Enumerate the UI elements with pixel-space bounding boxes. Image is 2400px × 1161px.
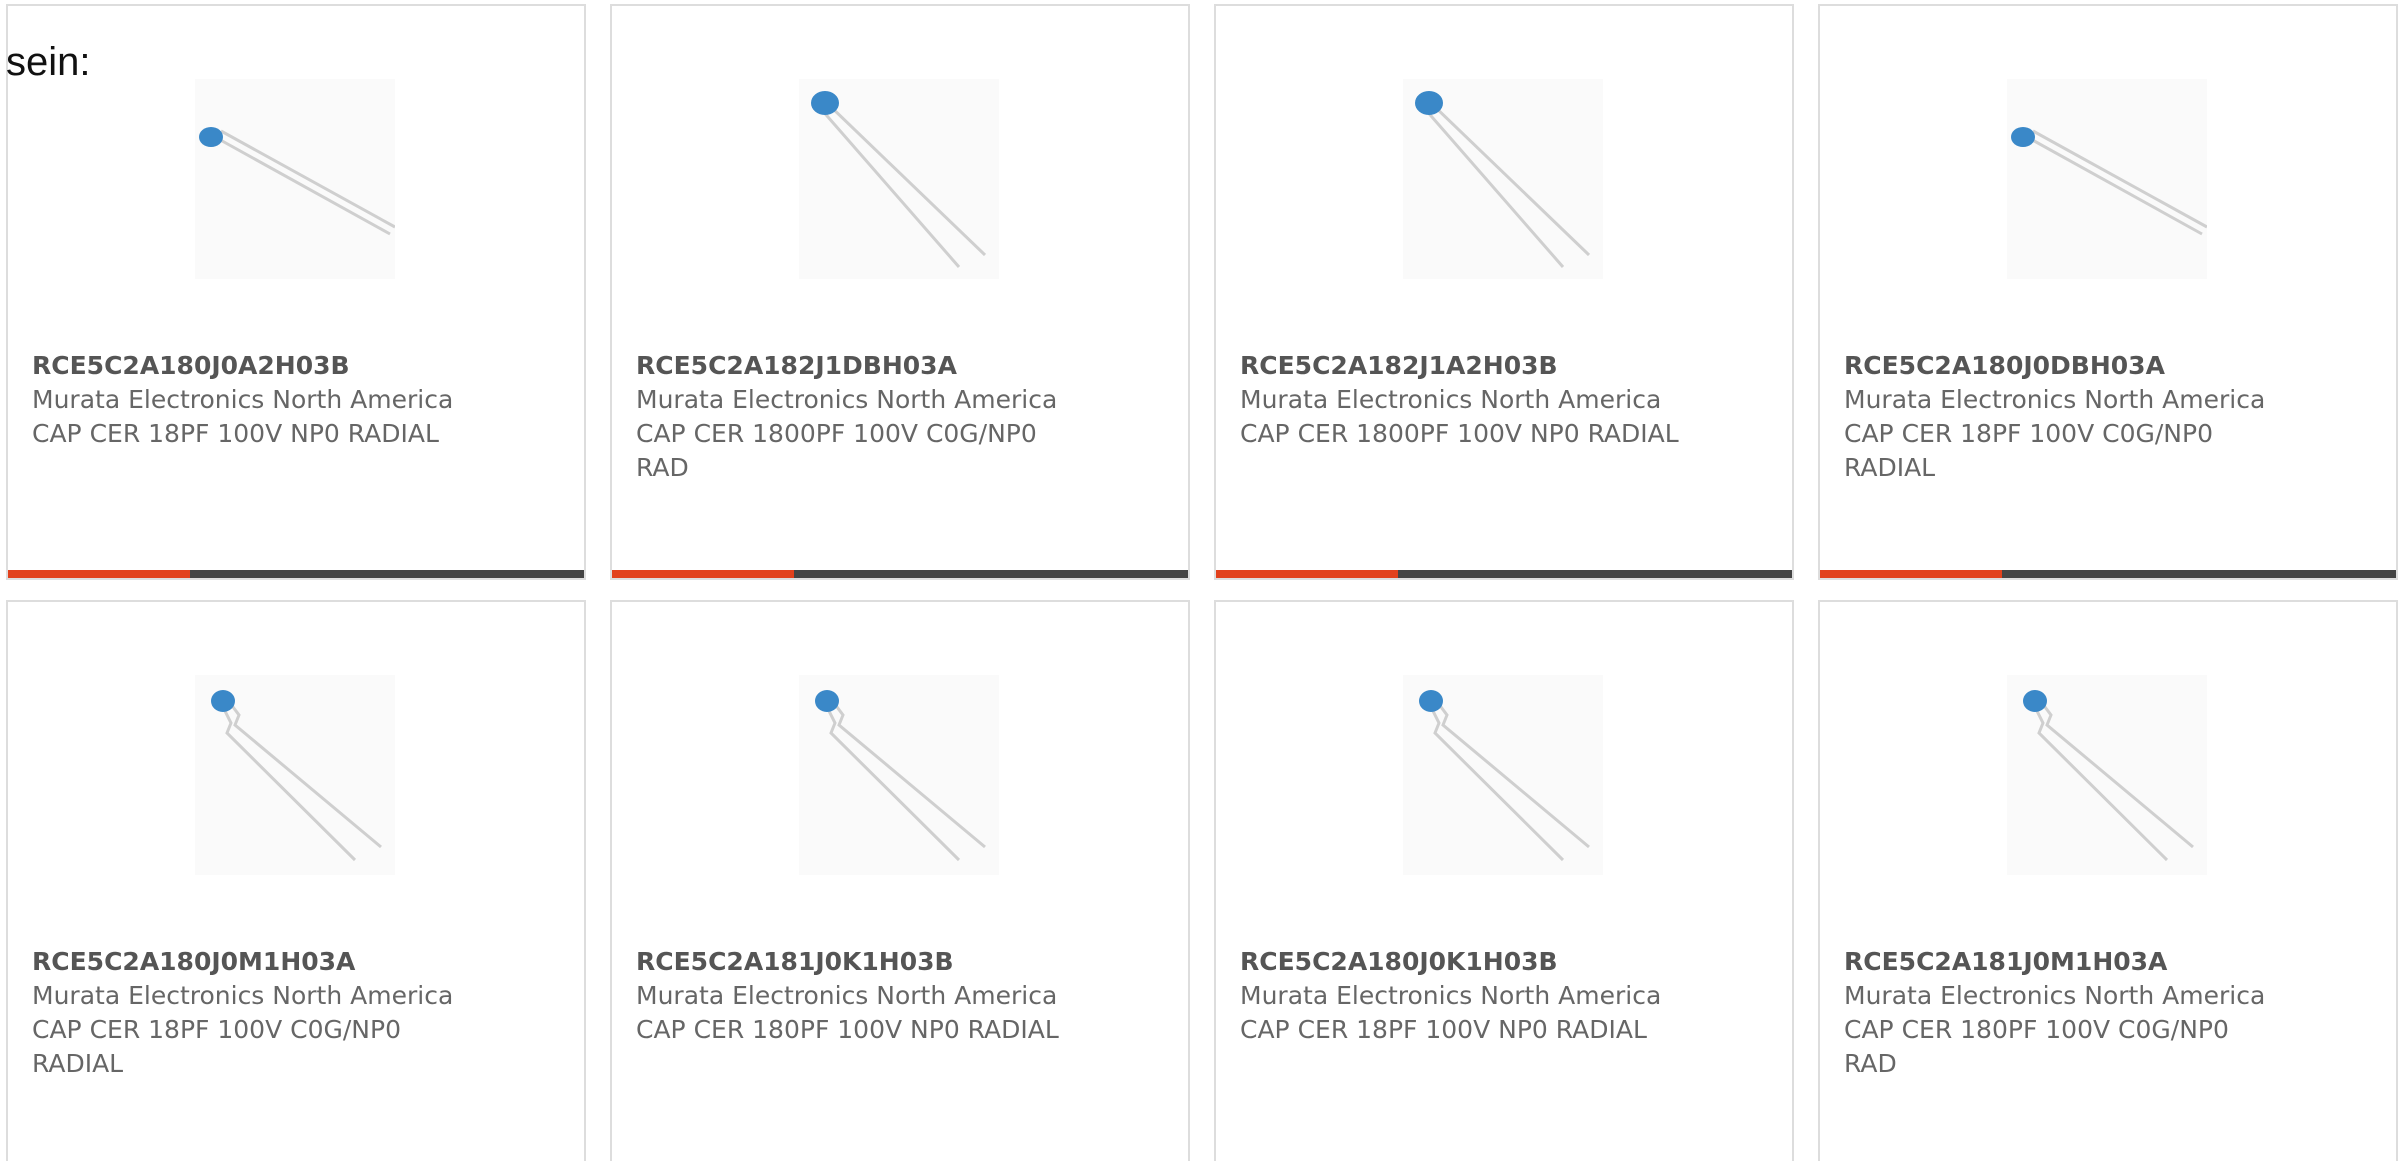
product-card[interactable]: RCE5C2A180J0M1H03A Murata Electronics No… [6,600,586,1161]
manufacturer: Murata Electronics North America [1844,385,2266,414]
description: CAP CER 180PF 100V C0G/NP0 RAD [1844,1015,2229,1078]
card-bar [612,570,1188,578]
description: CAP CER 180PF 100V NP0 RADIAL [636,1015,1059,1044]
product-grid: RCE5C2A180J0A2H03B Murata Electronics No… [6,4,2400,1161]
product-card[interactable]: RCE5C2A182J1DBH03A Murata Electronics No… [610,4,1190,580]
lead-text: sein: [6,40,91,84]
part-number[interactable]: RCE5C2A182J1A2H03B [1240,349,1680,383]
capacitor-kinked-lead-icon [1403,675,1603,875]
capacitor-kinked-lead-icon [799,675,999,875]
manufacturer: Murata Electronics North America [1240,981,1662,1010]
description: CAP CER 1800PF 100V C0G/NP0 RAD [636,419,1037,482]
manufacturer: Murata Electronics North America [636,385,1058,414]
description: CAP CER 18PF 100V C0G/NP0 RADIAL [32,1015,401,1078]
part-number[interactable]: RCE5C2A180J0DBH03A [1844,349,2284,383]
part-number[interactable]: RCE5C2A180J0A2H03B [32,349,472,383]
capacitor-kinked-lead-icon [195,675,395,875]
capacitor-long-lead-icon [195,79,395,279]
card-bar-accent [612,570,794,578]
part-number[interactable]: RCE5C2A180J0M1H03A [32,945,472,979]
capacitor-kinked-lead-icon [2007,675,2207,875]
product-card[interactable]: RCE5C2A180J0DBH03A Murata Electronics No… [1818,4,2398,580]
manufacturer: Murata Electronics North America [1844,981,2266,1010]
part-number[interactable]: RCE5C2A182J1DBH03A [636,349,1076,383]
capacitor-radial-icon [1403,79,1603,279]
manufacturer: Murata Electronics North America [32,385,454,414]
product-card[interactable]: RCE5C2A180J0A2H03B Murata Electronics No… [6,4,586,580]
product-card[interactable]: RCE5C2A181J0M1H03A Murata Electronics No… [1818,600,2398,1161]
product-card[interactable]: RCE5C2A180J0K1H03B Murata Electronics No… [1214,600,1794,1161]
manufacturer: Murata Electronics North America [1240,385,1662,414]
description: CAP CER 18PF 100V C0G/NP0 RADIAL [1844,419,2213,482]
product-card[interactable]: RCE5C2A181J0K1H03B Murata Electronics No… [610,600,1190,1161]
description: CAP CER 18PF 100V NP0 RADIAL [32,419,439,448]
part-number[interactable]: RCE5C2A180J0K1H03B [1240,945,1680,979]
part-number[interactable]: RCE5C2A181J0M1H03A [1844,945,2284,979]
description: CAP CER 1800PF 100V NP0 RADIAL [1240,419,1679,448]
card-bar [8,570,584,578]
capacitor-long-lead-icon [2007,79,2207,279]
product-card[interactable]: RCE5C2A182J1A2H03B Murata Electronics No… [1214,4,1794,580]
part-number[interactable]: RCE5C2A181J0K1H03B [636,945,1076,979]
description: CAP CER 18PF 100V NP0 RADIAL [1240,1015,1647,1044]
card-bar [1216,570,1792,578]
capacitor-radial-icon [799,79,999,279]
manufacturer: Murata Electronics North America [636,981,1058,1010]
card-bar-accent [1820,570,2002,578]
manufacturer: Murata Electronics North America [32,981,454,1010]
card-bar-accent [1216,570,1398,578]
card-bar-accent [8,570,190,578]
product-grid-page: sein: RCE5C2A180J0A2H03B Murata Electron… [0,0,2400,1161]
card-bar [1820,570,2396,578]
